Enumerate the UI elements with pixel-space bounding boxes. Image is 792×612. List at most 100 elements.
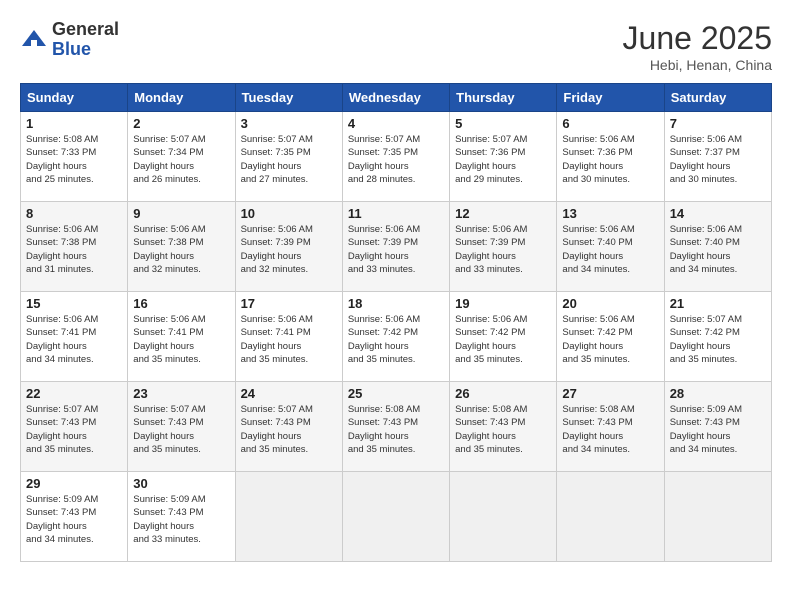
day-number: 10: [241, 206, 337, 221]
day-number: 9: [133, 206, 229, 221]
calendar-cell: 25 Sunrise: 5:08 AM Sunset: 7:43 PM Dayl…: [342, 382, 449, 472]
day-info: Sunrise: 5:07 AM Sunset: 7:43 PM Dayligh…: [133, 403, 229, 456]
day-number: 2: [133, 116, 229, 131]
col-friday: Friday: [557, 84, 664, 112]
day-number: 14: [670, 206, 766, 221]
calendar-cell: 13 Sunrise: 5:06 AM Sunset: 7:40 PM Dayl…: [557, 202, 664, 292]
day-info: Sunrise: 5:06 AM Sunset: 7:39 PM Dayligh…: [241, 223, 337, 276]
day-number: 28: [670, 386, 766, 401]
calendar-cell: 22 Sunrise: 5:07 AM Sunset: 7:43 PM Dayl…: [21, 382, 128, 472]
day-info: Sunrise: 5:07 AM Sunset: 7:43 PM Dayligh…: [26, 403, 122, 456]
day-number: 18: [348, 296, 444, 311]
calendar-cell: [557, 472, 664, 562]
logo: General Blue: [20, 20, 119, 60]
col-thursday: Thursday: [450, 84, 557, 112]
day-info: Sunrise: 5:06 AM Sunset: 7:40 PM Dayligh…: [670, 223, 766, 276]
subtitle: Hebi, Henan, China: [623, 57, 772, 73]
calendar-week-1: 8 Sunrise: 5:06 AM Sunset: 7:38 PM Dayli…: [21, 202, 772, 292]
day-number: 3: [241, 116, 337, 131]
page-header: General Blue June 2025 Hebi, Henan, Chin…: [20, 20, 772, 73]
day-number: 30: [133, 476, 229, 491]
calendar-cell: 20 Sunrise: 5:06 AM Sunset: 7:42 PM Dayl…: [557, 292, 664, 382]
logo-icon: [20, 26, 48, 54]
day-number: 5: [455, 116, 551, 131]
calendar-cell: 15 Sunrise: 5:06 AM Sunset: 7:41 PM Dayl…: [21, 292, 128, 382]
calendar-cell: 28 Sunrise: 5:09 AM Sunset: 7:43 PM Dayl…: [664, 382, 771, 472]
calendar-table: Sunday Monday Tuesday Wednesday Thursday…: [20, 83, 772, 562]
calendar-cell: 9 Sunrise: 5:06 AM Sunset: 7:38 PM Dayli…: [128, 202, 235, 292]
calendar-week-3: 22 Sunrise: 5:07 AM Sunset: 7:43 PM Dayl…: [21, 382, 772, 472]
calendar-cell: 10 Sunrise: 5:06 AM Sunset: 7:39 PM Dayl…: [235, 202, 342, 292]
day-info: Sunrise: 5:07 AM Sunset: 7:34 PM Dayligh…: [133, 133, 229, 186]
day-info: Sunrise: 5:06 AM Sunset: 7:37 PM Dayligh…: [670, 133, 766, 186]
calendar-cell: 11 Sunrise: 5:06 AM Sunset: 7:39 PM Dayl…: [342, 202, 449, 292]
day-info: Sunrise: 5:07 AM Sunset: 7:35 PM Dayligh…: [348, 133, 444, 186]
calendar-cell: 29 Sunrise: 5:09 AM Sunset: 7:43 PM Dayl…: [21, 472, 128, 562]
day-info: Sunrise: 5:08 AM Sunset: 7:43 PM Dayligh…: [562, 403, 658, 456]
calendar-cell: 24 Sunrise: 5:07 AM Sunset: 7:43 PM Dayl…: [235, 382, 342, 472]
day-info: Sunrise: 5:09 AM Sunset: 7:43 PM Dayligh…: [133, 493, 229, 546]
day-info: Sunrise: 5:09 AM Sunset: 7:43 PM Dayligh…: [26, 493, 122, 546]
calendar-cell: 30 Sunrise: 5:09 AM Sunset: 7:43 PM Dayl…: [128, 472, 235, 562]
day-number: 25: [348, 386, 444, 401]
calendar-cell: 14 Sunrise: 5:06 AM Sunset: 7:40 PM Dayl…: [664, 202, 771, 292]
day-number: 4: [348, 116, 444, 131]
calendar-cell: 12 Sunrise: 5:06 AM Sunset: 7:39 PM Dayl…: [450, 202, 557, 292]
logo-blue: Blue: [52, 40, 119, 60]
calendar-cell: [450, 472, 557, 562]
col-sunday: Sunday: [21, 84, 128, 112]
day-info: Sunrise: 5:07 AM Sunset: 7:36 PM Dayligh…: [455, 133, 551, 186]
col-saturday: Saturday: [664, 84, 771, 112]
calendar-cell: 5 Sunrise: 5:07 AM Sunset: 7:36 PM Dayli…: [450, 112, 557, 202]
day-number: 29: [26, 476, 122, 491]
header-row: Sunday Monday Tuesday Wednesday Thursday…: [21, 84, 772, 112]
day-number: 8: [26, 206, 122, 221]
day-number: 15: [26, 296, 122, 311]
calendar-week-4: 29 Sunrise: 5:09 AM Sunset: 7:43 PM Dayl…: [21, 472, 772, 562]
calendar-cell: [342, 472, 449, 562]
day-info: Sunrise: 5:06 AM Sunset: 7:41 PM Dayligh…: [241, 313, 337, 366]
day-number: 26: [455, 386, 551, 401]
calendar-week-0: 1 Sunrise: 5:08 AM Sunset: 7:33 PM Dayli…: [21, 112, 772, 202]
day-info: Sunrise: 5:09 AM Sunset: 7:43 PM Dayligh…: [670, 403, 766, 456]
day-number: 20: [562, 296, 658, 311]
day-info: Sunrise: 5:06 AM Sunset: 7:38 PM Dayligh…: [133, 223, 229, 276]
calendar-cell: 8 Sunrise: 5:06 AM Sunset: 7:38 PM Dayli…: [21, 202, 128, 292]
title-block: June 2025 Hebi, Henan, China: [623, 20, 772, 73]
day-number: 1: [26, 116, 122, 131]
day-info: Sunrise: 5:06 AM Sunset: 7:39 PM Dayligh…: [455, 223, 551, 276]
calendar-cell: 1 Sunrise: 5:08 AM Sunset: 7:33 PM Dayli…: [21, 112, 128, 202]
day-info: Sunrise: 5:06 AM Sunset: 7:42 PM Dayligh…: [562, 313, 658, 366]
calendar-week-2: 15 Sunrise: 5:06 AM Sunset: 7:41 PM Dayl…: [21, 292, 772, 382]
calendar-cell: 2 Sunrise: 5:07 AM Sunset: 7:34 PM Dayli…: [128, 112, 235, 202]
calendar-cell: [235, 472, 342, 562]
day-info: Sunrise: 5:06 AM Sunset: 7:42 PM Dayligh…: [348, 313, 444, 366]
day-info: Sunrise: 5:06 AM Sunset: 7:42 PM Dayligh…: [455, 313, 551, 366]
month-title: June 2025: [623, 20, 772, 57]
calendar-cell: 21 Sunrise: 5:07 AM Sunset: 7:42 PM Dayl…: [664, 292, 771, 382]
day-number: 7: [670, 116, 766, 131]
day-info: Sunrise: 5:06 AM Sunset: 7:39 PM Dayligh…: [348, 223, 444, 276]
calendar-cell: 18 Sunrise: 5:06 AM Sunset: 7:42 PM Dayl…: [342, 292, 449, 382]
calendar-cell: 6 Sunrise: 5:06 AM Sunset: 7:36 PM Dayli…: [557, 112, 664, 202]
day-info: Sunrise: 5:08 AM Sunset: 7:43 PM Dayligh…: [455, 403, 551, 456]
calendar-cell: 3 Sunrise: 5:07 AM Sunset: 7:35 PM Dayli…: [235, 112, 342, 202]
day-info: Sunrise: 5:06 AM Sunset: 7:41 PM Dayligh…: [26, 313, 122, 366]
day-info: Sunrise: 5:06 AM Sunset: 7:41 PM Dayligh…: [133, 313, 229, 366]
day-number: 12: [455, 206, 551, 221]
day-number: 27: [562, 386, 658, 401]
calendar-cell: 27 Sunrise: 5:08 AM Sunset: 7:43 PM Dayl…: [557, 382, 664, 472]
col-monday: Monday: [128, 84, 235, 112]
day-info: Sunrise: 5:06 AM Sunset: 7:36 PM Dayligh…: [562, 133, 658, 186]
day-info: Sunrise: 5:07 AM Sunset: 7:35 PM Dayligh…: [241, 133, 337, 186]
day-number: 17: [241, 296, 337, 311]
day-info: Sunrise: 5:07 AM Sunset: 7:43 PM Dayligh…: [241, 403, 337, 456]
day-number: 22: [26, 386, 122, 401]
calendar-cell: [664, 472, 771, 562]
calendar-cell: 16 Sunrise: 5:06 AM Sunset: 7:41 PM Dayl…: [128, 292, 235, 382]
calendar-cell: 7 Sunrise: 5:06 AM Sunset: 7:37 PM Dayli…: [664, 112, 771, 202]
calendar-cell: 26 Sunrise: 5:08 AM Sunset: 7:43 PM Dayl…: [450, 382, 557, 472]
day-info: Sunrise: 5:07 AM Sunset: 7:42 PM Dayligh…: [670, 313, 766, 366]
day-info: Sunrise: 5:08 AM Sunset: 7:43 PM Dayligh…: [348, 403, 444, 456]
day-number: 21: [670, 296, 766, 311]
